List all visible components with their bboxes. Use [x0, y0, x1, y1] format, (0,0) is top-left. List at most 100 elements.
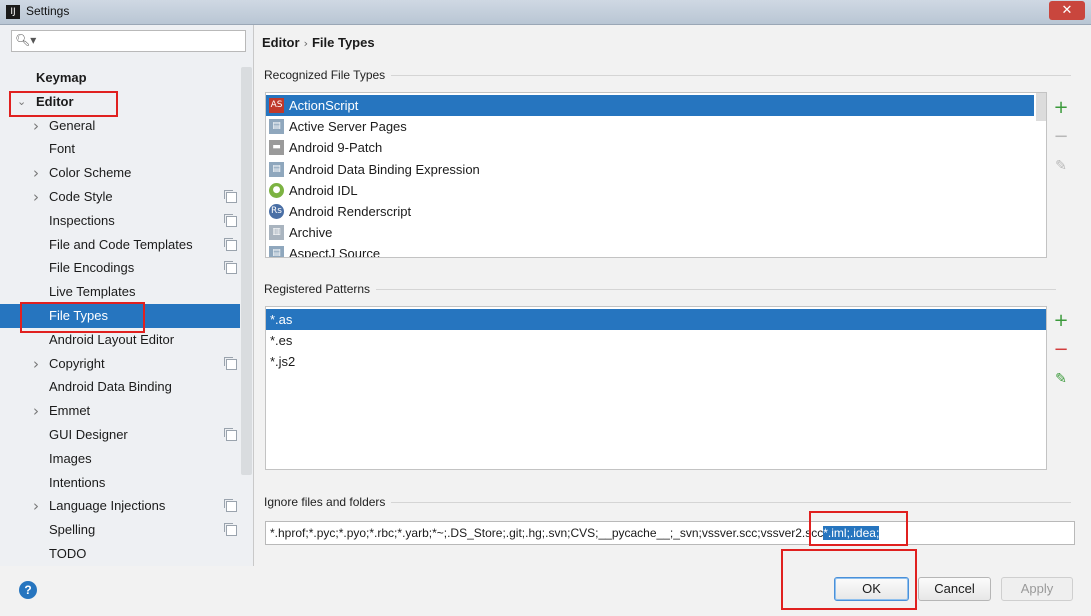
- sidebar-item[interactable]: Spelling: [0, 518, 240, 542]
- sidebar-item[interactable]: Inspections: [0, 209, 240, 233]
- chevron-right-icon[interactable]: ›: [33, 399, 39, 423]
- sidebar-item-label: Keymap: [36, 70, 87, 85]
- chevron-down-icon[interactable]: ⌄: [17, 90, 26, 114]
- sidebar-item[interactable]: › Language Injections: [0, 494, 240, 518]
- sidebar-item[interactable]: Android Layout Editor: [0, 328, 240, 352]
- file-type-label: Android Renderscript: [289, 204, 412, 219]
- sidebar-item[interactable]: Keymap: [0, 66, 240, 90]
- file-type-row[interactable]: ▤ Active Server Pages: [266, 116, 1046, 137]
- breadcrumb-separator: ›: [303, 37, 308, 50]
- sidebar-scrollbar[interactable]: [241, 67, 252, 475]
- sidebar-item[interactable]: Images: [0, 447, 240, 471]
- sidebar-item[interactable]: Live Templates: [0, 280, 240, 304]
- project-scope-icon: [226, 263, 237, 275]
- data-binding-icon: ▤: [269, 161, 284, 177]
- ignore-files-input[interactable]: *.hprof;*.pyc;*.pyo;*.rbc;*.yarb;*~;.DS_…: [265, 521, 1075, 545]
- sidebar-item-label: Emmet: [49, 403, 91, 419]
- sidebar-item[interactable]: › Code Style: [0, 185, 240, 209]
- pattern-row[interactable]: *.es: [266, 330, 1046, 351]
- sidebar-item-label: Font: [49, 141, 76, 157]
- sidebar-item[interactable]: › Color Scheme: [0, 161, 240, 185]
- recognized-file-types-list[interactable]: AS ActionScript ▤ Active Server Pages ▬ Andro…: [265, 92, 1047, 258]
- chevron-right-icon[interactable]: ›: [33, 161, 39, 185]
- sidebar-item[interactable]: GUI Designer: [0, 423, 240, 447]
- title-bar: IJ Settings ✕: [0, 0, 1091, 25]
- sidebar-item[interactable]: File Encodings: [0, 256, 240, 280]
- folder-icon: ▬: [269, 140, 284, 156]
- sidebar-item[interactable]: File and Code Templates: [0, 233, 240, 257]
- aspectj-icon: ▤: [269, 246, 284, 257]
- project-scope-icon: [226, 430, 237, 441]
- apply-button[interactable]: Apply: [1001, 577, 1073, 601]
- close-window-button[interactable]: ✕: [1049, 1, 1085, 20]
- edit-pattern-button[interactable]: ✎: [1051, 369, 1071, 389]
- sidebar-item[interactable]: › Copyright: [0, 352, 240, 376]
- ok-button[interactable]: OK: [834, 577, 909, 601]
- dialog-button-bar: ? OK Cancel Apply: [0, 566, 1091, 616]
- remove-file-type-button[interactable]: −: [1051, 127, 1071, 147]
- pattern-label: *.es: [270, 333, 293, 349]
- sidebar-item-label: Intentions: [49, 474, 106, 490]
- file-type-row[interactable]: ▤ AspectJ Source: [266, 243, 1046, 258]
- file-type-label: Android Data Binding Expression: [289, 161, 480, 177]
- pattern-row[interactable]: *.as: [266, 309, 1046, 330]
- sidebar-item-label: Android Layout Editor: [49, 331, 175, 347]
- file-type-row[interactable]: ▬ Android 9-Patch: [266, 137, 1046, 158]
- chevron-right-icon[interactable]: ›: [33, 494, 39, 518]
- app-icon: IJ: [6, 5, 20, 19]
- help-button[interactable]: ?: [19, 581, 37, 599]
- file-type-row[interactable]: AS ActionScript: [266, 95, 1034, 116]
- sidebar-item-label: Images: [49, 450, 92, 466]
- add-file-type-button[interactable]: +: [1051, 98, 1071, 118]
- sidebar-item[interactable]: › Emmet: [0, 399, 240, 423]
- project-scope-icon: [226, 358, 237, 370]
- chevron-right-icon[interactable]: ›: [33, 185, 39, 209]
- sidebar-item-label: General: [49, 117, 96, 133]
- edit-file-type-button[interactable]: ✎: [1051, 156, 1071, 176]
- file-type-label: Android 9-Patch: [289, 140, 383, 156]
- recognized-file-types-label: Recognized File Types: [264, 68, 1073, 82]
- sidebar-item-label: Copyright: [49, 355, 105, 371]
- file-types-scrollbar[interactable]: [1036, 93, 1046, 121]
- file-type-row[interactable]: Rs Android Renderscript: [266, 201, 1046, 222]
- pattern-row[interactable]: *.js2: [266, 351, 1046, 372]
- sidebar-item-label: Editor: [36, 93, 74, 109]
- remove-pattern-button[interactable]: −: [1051, 340, 1071, 360]
- actionscript-icon: AS: [269, 98, 284, 113]
- android-icon: ●: [269, 182, 284, 198]
- sidebar-item-label: Inspections: [49, 212, 115, 228]
- sidebar-item[interactable]: ⌄ Editor: [0, 90, 240, 114]
- file-type-label: Android IDL: [289, 182, 358, 198]
- sidebar-item[interactable]: TODO: [0, 542, 240, 566]
- file-type-label: ActionScript: [289, 98, 359, 113]
- file-type-row[interactable]: ▤ Android Data Binding Expression: [266, 159, 1046, 180]
- file-type-row[interactable]: ▥ Archive: [266, 222, 1046, 243]
- ignore-files-value: *.hprof;*.pyc;*.pyo;*.rbc;*.yarb;*~;.DS_…: [270, 526, 880, 540]
- settings-search-input[interactable]: 🔍︎▾: [11, 30, 246, 52]
- project-scope-icon: [226, 239, 237, 251]
- sidebar-item[interactable]: Intentions: [0, 471, 240, 495]
- sidebar-item[interactable]: Android Data Binding: [0, 375, 240, 399]
- cancel-button[interactable]: Cancel: [918, 577, 991, 601]
- registered-patterns-list[interactable]: *.as *.es *.js2: [265, 306, 1047, 470]
- add-pattern-button[interactable]: +: [1051, 311, 1071, 331]
- sidebar-item[interactable]: › General: [0, 114, 240, 138]
- sidebar-item[interactable]: File Types: [0, 304, 240, 328]
- sidebar-item-label: File and Code Templates: [49, 236, 193, 252]
- breadcrumb-parent[interactable]: Editor: [262, 35, 300, 50]
- sidebar-item-label: Language Injections: [49, 498, 166, 514]
- file-type-row[interactable]: ● Android IDL: [266, 180, 1046, 201]
- file-type-label: AspectJ Source: [289, 246, 381, 258]
- project-scope-icon: [226, 192, 237, 203]
- chevron-right-icon[interactable]: ›: [33, 352, 39, 376]
- ignore-files-label: Ignore files and folders: [264, 495, 1075, 509]
- sidebar-item[interactable]: Font: [0, 137, 240, 161]
- sidebar-item-label: Android Data Binding: [49, 379, 172, 395]
- file-type-label: Archive: [289, 225, 333, 241]
- project-scope-icon: [226, 525, 237, 537]
- sidebar-item-label: File Encodings: [49, 260, 135, 276]
- chevron-right-icon[interactable]: ›: [33, 114, 39, 138]
- project-scope-icon: [226, 215, 237, 227]
- search-icon: 🔍︎▾: [15, 33, 37, 47]
- sidebar-item-label: Color Scheme: [49, 165, 132, 181]
